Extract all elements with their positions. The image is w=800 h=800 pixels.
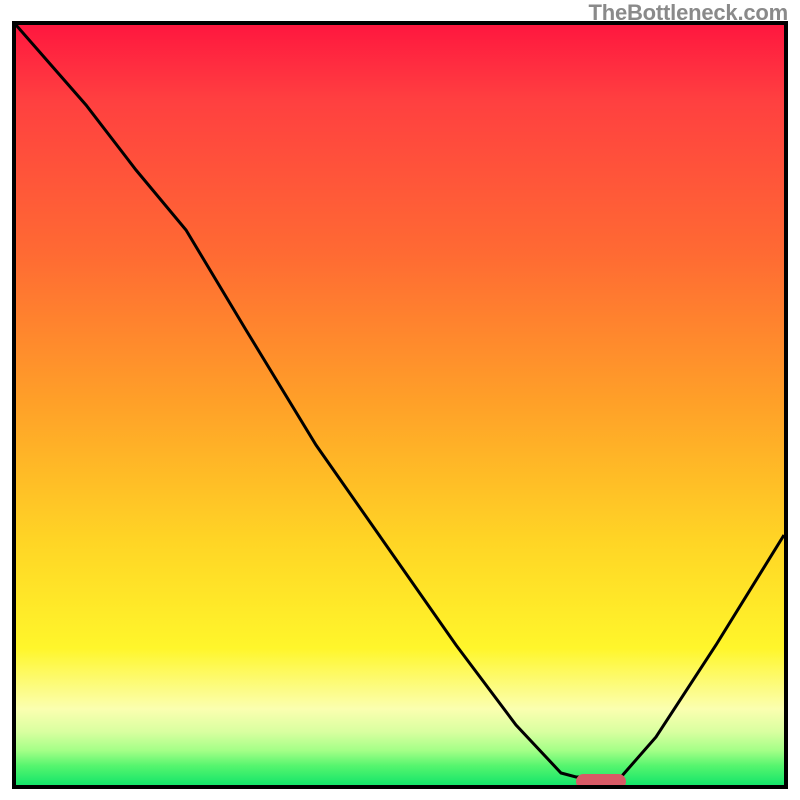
- chart-container: TheBottleneck.com: [0, 0, 800, 800]
- curve-path: [16, 25, 784, 777]
- bottleneck-curve: [16, 25, 784, 785]
- plot-frame: [12, 21, 788, 789]
- optimal-marker: [576, 774, 626, 789]
